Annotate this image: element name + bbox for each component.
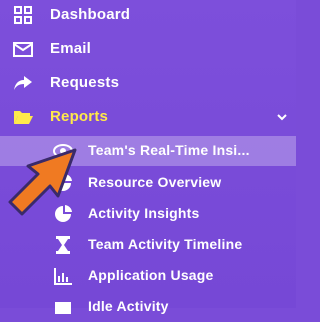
sidebar-subitem-application-usage[interactable]: Application Usage <box>0 261 296 291</box>
sidebar-item-label: Email <box>50 40 92 57</box>
sidebar: Dashboard Email Requests Reports Team's … <box>0 0 296 314</box>
sidebar-subitem-idle-activity[interactable]: Idle Activity <box>0 292 296 322</box>
pie-chart-icon <box>52 172 74 194</box>
share-arrow-icon <box>12 72 34 94</box>
sidebar-item-label: Requests <box>50 74 120 91</box>
sidebar-item-reports[interactable]: Reports <box>0 102 296 132</box>
pie-chart-icon <box>52 203 74 225</box>
sidebar-item-requests[interactable]: Requests <box>0 68 296 98</box>
sidebar-subitem-activity-insights[interactable]: Activity Insights <box>0 199 296 229</box>
sidebar-item-label: Reports <box>50 108 109 125</box>
sidebar-item-email[interactable]: Email <box>0 34 296 64</box>
envelope-icon <box>12 38 34 60</box>
dashboard-icon <box>12 4 34 26</box>
box-icon <box>52 296 74 318</box>
folder-open-icon <box>12 106 34 128</box>
sidebar-subitem-label: Idle Activity <box>88 298 169 314</box>
sidebar-item-dashboard[interactable]: Dashboard <box>0 0 296 30</box>
eye-icon <box>52 140 74 162</box>
sidebar-subitem-label: Team's Real-Time Insi... <box>88 142 250 158</box>
bar-chart-icon <box>52 265 74 287</box>
sidebar-subitem-resource-overview[interactable]: Resource Overview <box>0 168 296 198</box>
sidebar-subitem-label: Application Usage <box>88 267 214 283</box>
chevron-down-icon[interactable] <box>276 110 288 122</box>
sidebar-subitem-team-real-time-insights[interactable]: Team's Real-Time Insi... <box>0 136 296 166</box>
sidebar-item-label: Dashboard <box>50 6 131 23</box>
sidebar-subitem-label: Team Activity Timeline <box>88 236 243 252</box>
hourglass-icon <box>52 234 74 256</box>
sidebar-subitem-label: Activity Insights <box>88 205 200 221</box>
sidebar-subitem-label: Resource Overview <box>88 174 222 190</box>
sidebar-subitem-team-activity-timeline[interactable]: Team Activity Timeline <box>0 230 296 260</box>
